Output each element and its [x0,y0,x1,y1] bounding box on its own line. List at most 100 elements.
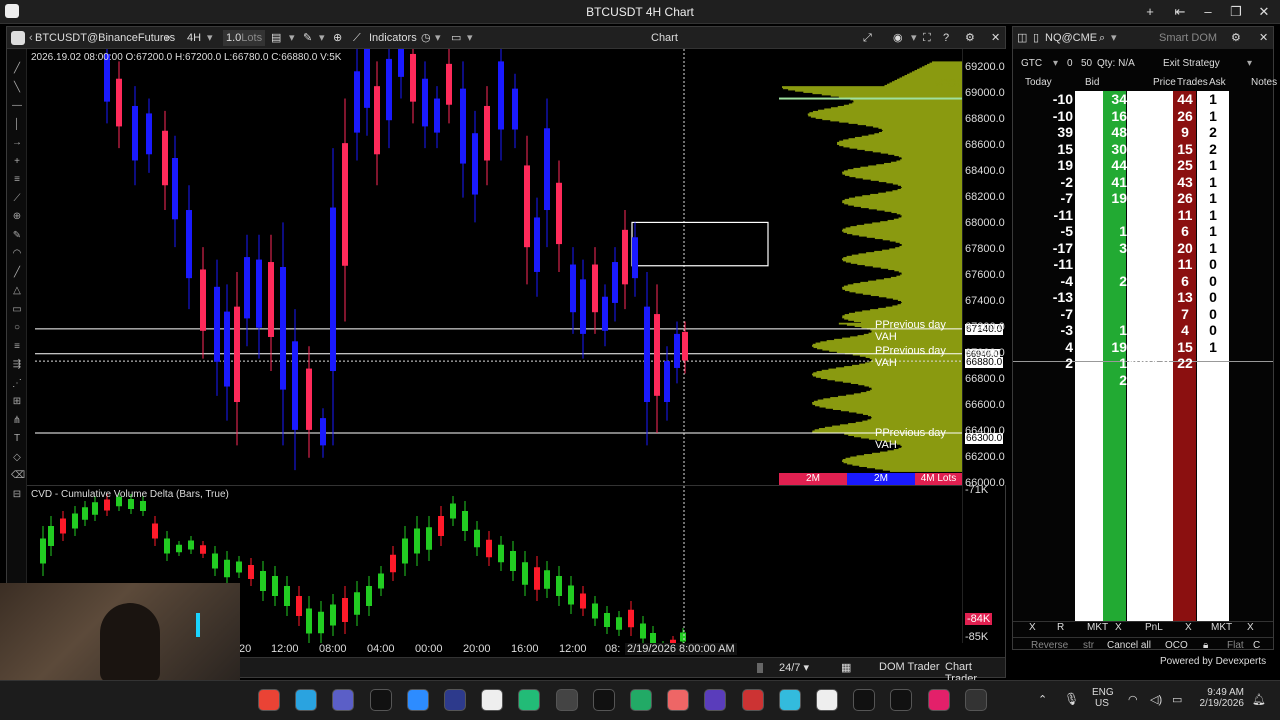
lots-input[interactable]: 1.0Lots [223,30,266,46]
gear-icon[interactable]: ⚙ [1231,30,1241,46]
dom-row[interactable]: 4973.0 [1013,537,1273,553]
dom-footer-button[interactable]: MKT [1087,622,1108,633]
template-icon[interactable]: ▭ [451,30,461,46]
dom-row[interactable]: 39 48 4998.0 9 2 [1013,124,1273,140]
dom-symbol[interactable]: NQ@CME [1045,30,1097,46]
dom-row[interactable]: 4979.0 [1013,438,1273,454]
expand-icon[interactable]: ⤢ [863,30,872,46]
chevron-down-icon[interactable]: ▾ [1247,56,1252,72]
dom-footer-button[interactable]: PnL [1145,622,1163,633]
flat-button[interactable]: Flat [1227,638,1244,654]
drawing-tool-icon[interactable]: ▭ [11,304,23,316]
maximize-button[interactable]: ❐ [1224,3,1248,21]
drawing-tool-icon[interactable]: ⊞ [11,396,23,408]
tray-chevron-icon[interactable]: ⌃ [1038,693,1047,706]
lock-icon[interactable]: 🔒︎ [1203,638,1208,654]
zoom-icon[interactable] [406,689,429,711]
close-button[interactable]: ✕ [1252,3,1276,21]
dom-row[interactable]: -13 4988.0 13 0 [1013,289,1273,305]
chevron-left-icon[interactable]: ‹ [29,30,33,46]
indicators-button[interactable]: Indicators [369,30,417,46]
dom-row[interactable]: -11 4990.0 11 0 [1013,256,1273,272]
dom-footer-button[interactable]: R [1057,622,1064,633]
drawing-tool-icon[interactable]: ◇ [11,452,23,464]
language-indicator[interactable]: ENG US [1092,687,1114,709]
pin-icon[interactable]: ⇤ [1168,3,1192,21]
gear-icon[interactable]: ⚙ [965,30,975,46]
dom-ladder[interactable]: -10 34 5000.0 44 1 -10 16 4999.0 26 1 39 48 4998.0 9 2… [1013,91,1273,621]
drawing-tool-icon[interactable]: — [11,100,23,112]
chevron-down-icon[interactable]: ▾ [1053,56,1058,72]
telegram-icon[interactable] [295,689,318,711]
dom-row[interactable]: 4977.0 [1013,471,1273,487]
notification-icon[interactable]: 🔔︎ [1252,693,1266,706]
dom-row[interactable]: 15 30 4997.0 15 2 [1013,141,1273,157]
drawing-tool-icon[interactable]: ⟋ [11,193,23,205]
chevron-down-icon[interactable]: ▾ [207,30,213,46]
dom-row[interactable]: 2 4983.0 [1013,372,1273,388]
drawing-tool-icon[interactable]: ╱ [11,63,23,75]
price-axis[interactable]: 67140.0 66940.0 66880.0 66300.0 69200.0 6… [962,49,1006,489]
search-icon[interactable]: ⌕ [165,30,171,46]
exit-strategy-selector[interactable]: Exit Strategy [1163,56,1220,72]
document-icon[interactable] [816,689,838,711]
dom-row[interactable]: -7 19 4994.0 26 1 [1013,190,1273,206]
dom-row[interactable]: -3 1 4986.0 4 0 [1013,322,1273,338]
drawing-tool-icon[interactable]: ⊕ [11,211,23,223]
dom-row[interactable]: 4982.0 [1013,388,1273,404]
price-plot[interactable]: 2026.19.02 08:00:00 O:67200.0 H:67200.0 … [27,49,962,485]
battery-icon[interactable]: ▭ [1172,693,1182,706]
dom-row[interactable]: 2 1 4984.0 22 [1013,355,1273,371]
discord-icon[interactable] [444,689,466,711]
dom-row[interactable]: 4980.0 [1013,421,1273,437]
drawing-tool-icon[interactable]: → [11,137,23,149]
teams-icon[interactable] [332,689,355,711]
dom-row[interactable]: 4978.0 [1013,454,1273,470]
drawing-tool-icon[interactable]: ⋰ [11,378,23,390]
dom-row[interactable]: 4969.0 [1013,603,1273,619]
qty-field-a[interactable]: 0 [1067,56,1073,72]
dom-row[interactable]: -17 3 4991.0 20 1 [1013,240,1273,256]
draw-icon[interactable]: ✎ [303,30,312,46]
capcut-icon[interactable] [369,689,392,711]
help-icon[interactable]: ? [943,30,949,46]
microphone-icon[interactable]: 🎙︎ [1064,692,1079,706]
close-icon[interactable]: ✕ [1259,30,1268,46]
oco-button[interactable]: OCO [1165,638,1188,654]
network-icon[interactable] [778,689,801,711]
clock[interactable]: 9:49 AM 2/19/2026 [1198,687,1245,709]
drawing-tool-icon[interactable]: + [11,156,23,168]
minimize-button[interactable]: – [1196,3,1220,21]
drawing-tool-icon[interactable]: ≡ [11,341,23,353]
fullscreen-icon[interactable]: ⛶ [923,30,931,46]
dom-row[interactable]: -10 16 4999.0 26 1 [1013,108,1273,124]
zoom-icon[interactable]: ⊕ [333,30,342,46]
dom-row[interactable]: 4975.0 [1013,504,1273,520]
tif-selector[interactable]: GTC [1021,56,1042,72]
close-icon[interactable]: ✕ [991,30,1000,46]
dom-row[interactable]: 4970.0 [1013,586,1273,602]
firefox-icon[interactable] [667,689,690,711]
dom-trader-button[interactable]: DOM Trader [879,661,940,673]
chart-tab[interactable]: Chart [651,30,678,46]
dom-row[interactable]: -4 2 4989.0 6 0 [1013,273,1273,289]
dom-footer-button[interactable]: X [1029,622,1036,633]
search-icon[interactable]: ⌕ [1099,30,1105,46]
dom-footer-button[interactable]: X [1115,622,1122,633]
strategy-button[interactable]: str [1083,638,1094,654]
chevron-down-icon[interactable]: ▾ [319,30,325,46]
dom-row[interactable]: 4976.0 [1013,487,1273,503]
drawing-tool-icon[interactable]: ≡ [11,174,23,186]
interval-selector[interactable]: 4H [187,30,201,46]
dom-row[interactable]: 4972.0 [1013,553,1273,569]
add-icon[interactable]: + [1138,3,1162,21]
dom-row[interactable]: -2 41 4995.0 43 1 [1013,174,1273,190]
dom-footer-button[interactable]: X [1185,622,1192,633]
trading-app-icon[interactable] [630,689,652,711]
session-selector[interactable]: 24/7 ▾ [779,661,809,674]
file-icon[interactable] [481,689,504,711]
drawing-tool-icon[interactable]: ⊟ [11,489,23,501]
chevron-down-icon[interactable]: ▾ [911,30,917,46]
drawing-tool-icon[interactable]: ◠ [11,248,23,260]
drawing-tool-icon[interactable]: T [11,433,23,445]
